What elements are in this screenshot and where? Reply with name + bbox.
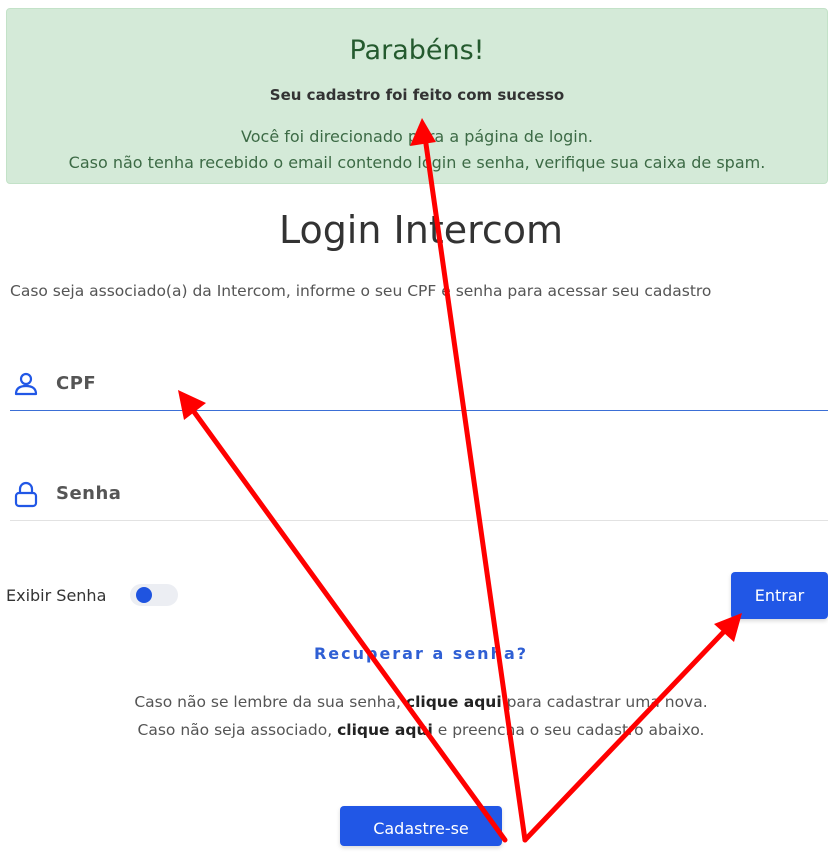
page-subtitle: Caso seja associado(a) da Intercom, info… xyxy=(10,282,712,300)
recover-password-link[interactable]: Recuperar a senha? xyxy=(0,644,828,663)
alert-message-spam: Caso não tenha recebido o email contendo… xyxy=(68,153,766,172)
show-password-label: Exibir Senha xyxy=(6,586,107,605)
click-here-link-new-password[interactable]: clique aqui xyxy=(406,693,502,711)
user-icon xyxy=(14,372,38,396)
info1-text-pre: Caso não se lembre da sua senha, xyxy=(134,693,406,711)
page-title: Login Intercom xyxy=(278,208,564,252)
info-forgot-password: Caso não se lembre da sua senha, clique … xyxy=(0,693,828,711)
show-password-toggle[interactable] xyxy=(130,584,178,606)
info2-text-post: e preencha o seu cadastro abaixo. xyxy=(432,721,705,739)
info-not-member: Caso não seja associado, clique aqui e p… xyxy=(0,721,828,739)
toggle-knob xyxy=(136,587,152,603)
click-here-link-register[interactable]: clique aqui xyxy=(337,721,433,739)
alert-title: Parabéns! xyxy=(349,35,485,66)
cpf-field[interactable]: CPF xyxy=(10,360,828,411)
arrow-to-cpf xyxy=(181,395,508,843)
enter-button[interactable]: Entrar xyxy=(731,572,828,619)
alert-message-redirect: Você foi direcionado para a página de lo… xyxy=(241,127,593,146)
senha-field[interactable]: Senha xyxy=(10,470,828,521)
register-button[interactable]: Cadastre-se xyxy=(340,806,502,846)
info1-text-post: para cadastrar uma nova. xyxy=(501,693,708,711)
success-alert: Parabéns! Seu cadastro foi feito com suc… xyxy=(6,8,828,184)
cpf-placeholder: CPF xyxy=(56,373,97,394)
info2-text-pre: Caso não seja associado, xyxy=(137,721,338,739)
alert-subtitle: Seu cadastro foi feito com sucesso xyxy=(269,86,565,104)
senha-placeholder: Senha xyxy=(56,483,122,504)
lock-icon xyxy=(14,481,38,508)
